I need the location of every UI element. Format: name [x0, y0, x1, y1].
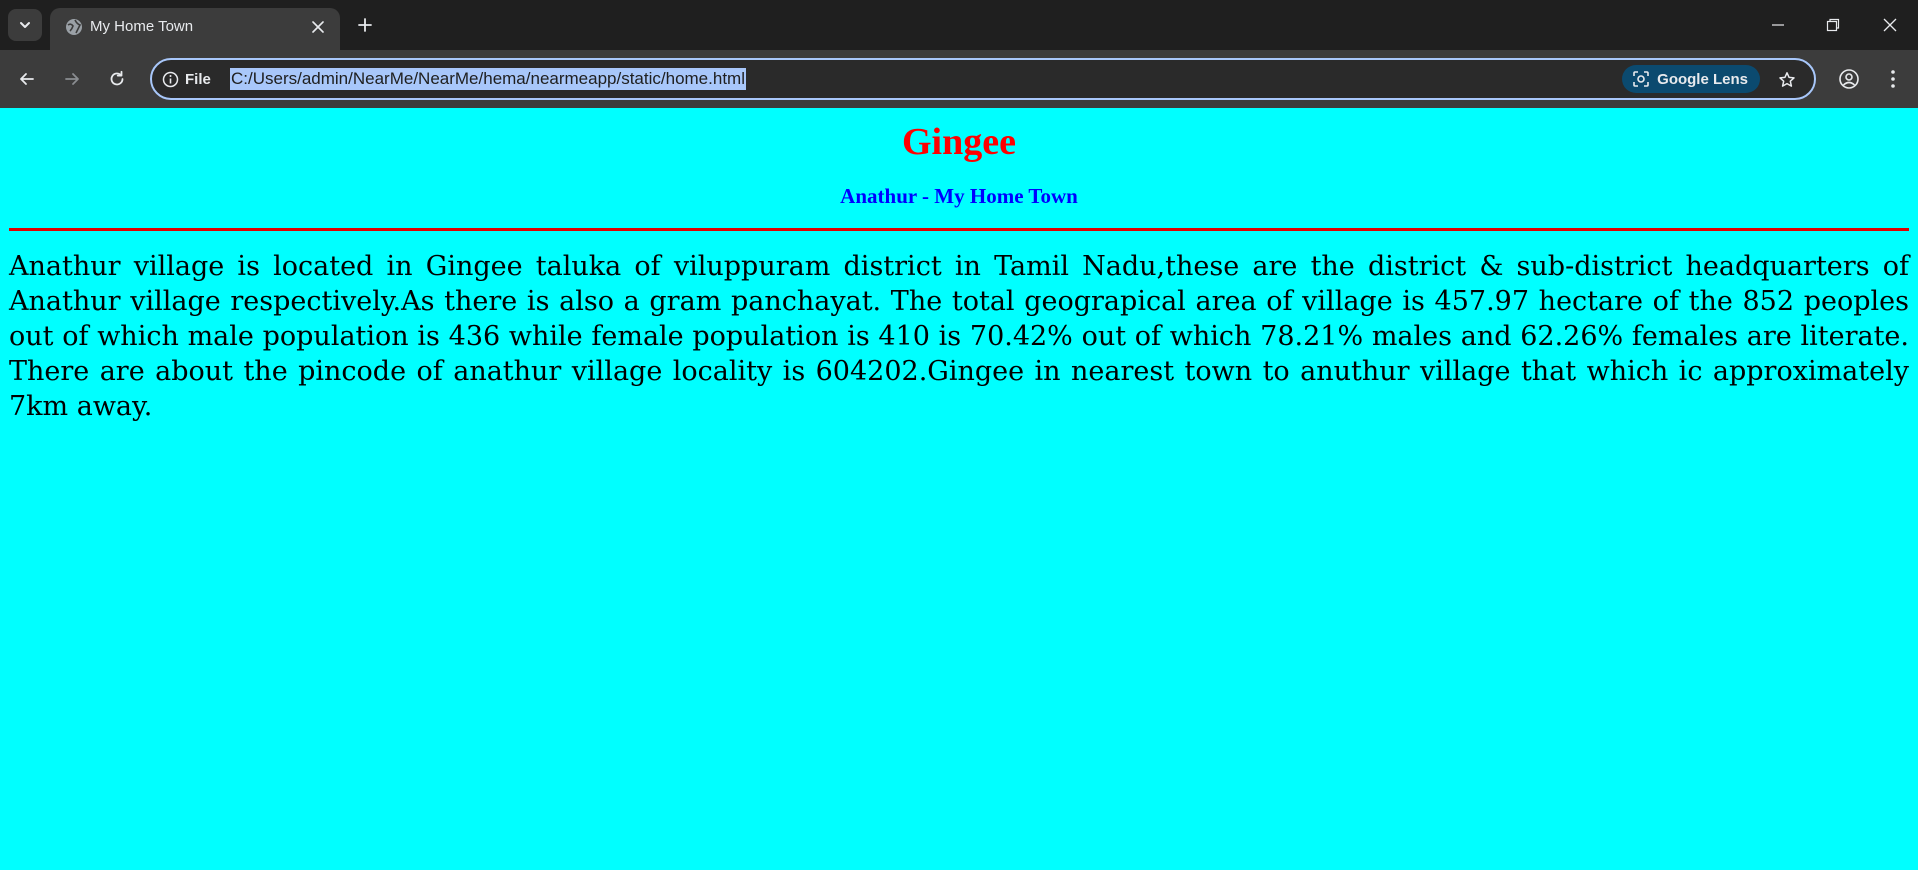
google-lens-label: Google Lens: [1657, 70, 1748, 88]
forward-button[interactable]: [57, 64, 87, 94]
reload-button[interactable]: [102, 64, 132, 94]
kebab-menu-icon: [1891, 70, 1895, 88]
horizontal-rule: [9, 228, 1909, 231]
minimize-icon: [1772, 24, 1784, 26]
address-bar[interactable]: File C:/Users/admin/NearMe/NearMe/hema/n…: [150, 58, 1816, 100]
restore-icon: [1826, 18, 1840, 32]
close-window-button[interactable]: [1870, 10, 1910, 40]
globe-icon: [66, 19, 82, 35]
page-title: Gingee: [902, 121, 1016, 163]
browser-menu-button[interactable]: [1878, 64, 1908, 94]
google-lens-button[interactable]: Google Lens: [1622, 65, 1760, 93]
tab-search-button[interactable]: [8, 9, 42, 41]
url-input[interactable]: C:/Users/admin/NearMe/NearMe/hema/nearme…: [230, 68, 746, 90]
plus-icon: [358, 18, 372, 32]
arrow-right-icon: [65, 73, 79, 85]
tab-close-button[interactable]: [308, 17, 328, 37]
back-button[interactable]: [12, 64, 42, 94]
active-tab[interactable]: My Home Town: [50, 8, 340, 50]
star-icon: [1779, 72, 1795, 87]
bookmark-button[interactable]: [1774, 67, 1800, 93]
tab-title: My Home Town: [90, 18, 194, 35]
info-icon: [162, 71, 179, 87]
page-content: Gingee Anathur - My Home Town Anathur vi…: [0, 108, 1918, 870]
restore-button[interactable]: [1813, 10, 1853, 40]
browser-toolbar: File C:/Users/admin/NearMe/NearMe/hema/n…: [0, 50, 1918, 108]
new-tab-button[interactable]: [352, 12, 378, 38]
profile-button[interactable]: [1834, 64, 1864, 94]
page-subtitle: Anathur - My Home Town: [840, 184, 1078, 208]
minimize-button[interactable]: [1758, 10, 1798, 40]
chevron-down-icon: [20, 22, 30, 28]
site-info-button[interactable]: File: [162, 68, 211, 90]
village-description: Anathur village is located in Gingee tal…: [9, 251, 1909, 422]
arrow-left-icon: [20, 73, 34, 85]
reload-icon: [110, 70, 124, 86]
close-icon: [1883, 18, 1897, 32]
close-icon: [312, 21, 324, 33]
account-icon: [1839, 69, 1859, 89]
camera-search-icon: [1633, 71, 1649, 87]
site-info-label: File: [185, 70, 211, 88]
tab-strip: My Home Town: [0, 0, 1918, 50]
